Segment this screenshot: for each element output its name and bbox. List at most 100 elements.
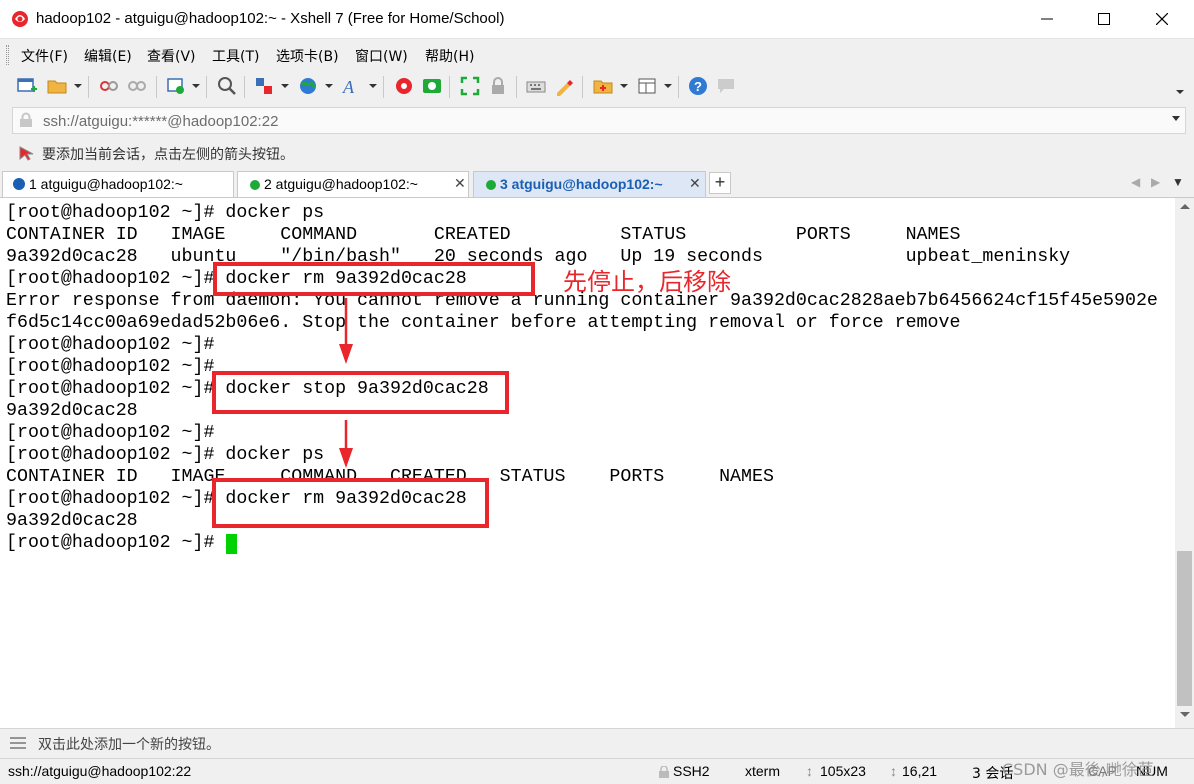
terminal-line: [root@hadoop102 ~]# bbox=[6, 357, 215, 377]
layout-dropdown-icon[interactable] bbox=[664, 84, 672, 88]
new-session-icon[interactable] bbox=[16, 75, 38, 97]
window-title: hadoop102 - atguigu@hadoop102:~ - Xshell… bbox=[36, 10, 505, 27]
menu-tabs[interactable]: 选项卡(B) bbox=[276, 46, 339, 66]
status-dot-icon bbox=[250, 180, 260, 190]
quick-command-bar[interactable]: 双击此处添加一个新的按钮。 bbox=[0, 728, 1194, 758]
status-dot-icon bbox=[486, 180, 496, 190]
menu-help[interactable]: 帮助(H) bbox=[425, 46, 474, 66]
close-button[interactable] bbox=[1139, 0, 1185, 38]
status-term: xterm bbox=[745, 763, 780, 779]
address-dropdown-icon[interactable] bbox=[1172, 116, 1180, 121]
tab-session-1[interactable]: 1 atguigu@hadoop102:~ bbox=[2, 171, 234, 197]
open-folder-icon[interactable] bbox=[46, 75, 68, 97]
tab-session-2[interactable]: 2 atguigu@hadoop102:~ ✕ bbox=[237, 171, 469, 197]
address-input[interactable]: ssh://atguigu:******@hadoop102:22 bbox=[12, 107, 1186, 134]
maximize-icon bbox=[1098, 13, 1110, 25]
xftp-icon[interactable] bbox=[393, 75, 415, 97]
disconnect-icon[interactable] bbox=[126, 75, 148, 97]
terminal-line: 9a392d0cac28 ubuntu "/bin/bash" 20 secon… bbox=[6, 247, 1071, 267]
menu-lines-icon[interactable] bbox=[10, 737, 26, 749]
search-icon[interactable] bbox=[216, 75, 238, 97]
tab-bar: 1 atguigu@hadoop102:~ 2 atguigu@hadoop10… bbox=[0, 170, 1194, 198]
tab-prev-icon[interactable]: ◀ bbox=[1131, 175, 1140, 189]
scroll-down-icon[interactable] bbox=[1180, 712, 1190, 717]
tab-close-icon[interactable]: ✕ bbox=[689, 175, 701, 192]
cursor-pos-icon: ↕ bbox=[890, 763, 897, 779]
info-icon bbox=[13, 178, 25, 190]
status-connection: ssh://atguigu@hadoop102:22 bbox=[8, 763, 192, 779]
keyboard-icon[interactable] bbox=[525, 75, 547, 97]
session-hint-bar: 要添加当前会话，点击左侧的箭头按钮。 bbox=[0, 136, 1194, 170]
minimize-button[interactable] bbox=[1024, 0, 1070, 38]
terminal-line: CONTAINER ID IMAGE COMMAND CREATED STATU… bbox=[6, 225, 961, 245]
status-protocol: SSH2 bbox=[673, 763, 710, 779]
menu-bar: 文件(F) 编辑(E) 查看(V) 工具(T) 选项卡(B) 窗口(W) 帮助(… bbox=[0, 38, 1194, 70]
menu-edit[interactable]: 编辑(E) bbox=[84, 46, 132, 66]
transfer-dropdown-icon[interactable] bbox=[281, 84, 289, 88]
font-icon[interactable]: A bbox=[341, 75, 363, 97]
layout-icon[interactable] bbox=[636, 75, 658, 97]
menu-view[interactable]: 查看(V) bbox=[147, 46, 196, 66]
close-icon bbox=[1156, 13, 1168, 25]
resize-icon: ↕ bbox=[806, 763, 813, 779]
quick-bar-hint: 双击此处添加一个新的按钮。 bbox=[38, 737, 220, 753]
tab-label: 1 atguigu@hadoop102:~ bbox=[29, 176, 183, 192]
address-bar: ssh://atguigu:******@hadoop102:22 bbox=[0, 104, 1194, 136]
menu-tools[interactable]: 工具(T) bbox=[212, 46, 259, 66]
terminal-line: 9a392d0cac28 bbox=[6, 401, 138, 421]
annotation-arrows bbox=[339, 298, 353, 468]
terminal-line: 9a392d0cac28 bbox=[6, 511, 138, 531]
add-session-arrow-icon[interactable] bbox=[18, 145, 36, 161]
terminal-line: [root@hadoop102 ~]# bbox=[6, 335, 215, 355]
add-session-folder-icon[interactable] bbox=[592, 75, 614, 97]
highlight-box-rm-first bbox=[213, 262, 535, 296]
svg-text:A: A bbox=[342, 77, 355, 97]
status-size: 105x23 bbox=[820, 763, 866, 779]
annotation-label: 先停止，后移除 bbox=[563, 268, 731, 296]
csdn-watermark: CSDN @最後,哋徐茝 bbox=[1002, 760, 1154, 779]
scroll-up-icon[interactable] bbox=[1180, 204, 1190, 209]
toolbar-overflow-icon[interactable] bbox=[1176, 90, 1184, 94]
tab-label: 3 atguigu@hadoop102:~ bbox=[500, 176, 663, 192]
xmanager-icon[interactable] bbox=[421, 75, 443, 97]
open-dropdown-icon[interactable] bbox=[74, 84, 82, 88]
address-text: ssh://atguigu:******@hadoop102:22 bbox=[43, 113, 279, 130]
tab-close-icon[interactable]: ✕ bbox=[454, 175, 466, 192]
terminal-line: [root@hadoop102 ~]# bbox=[6, 533, 226, 553]
scrollbar-thumb[interactable] bbox=[1177, 551, 1192, 706]
globe-dropdown-icon[interactable] bbox=[325, 84, 333, 88]
connect-icon[interactable] bbox=[98, 75, 120, 97]
xshell-app-icon bbox=[12, 11, 28, 27]
tab-next-icon[interactable]: ▶ bbox=[1151, 175, 1160, 189]
toolbar: A ? bbox=[0, 70, 1194, 104]
properties-dropdown-icon[interactable] bbox=[192, 84, 200, 88]
menu-window[interactable]: 窗口(W) bbox=[355, 46, 408, 66]
hint-text: 要添加当前会话，点击左侧的箭头按钮。 bbox=[42, 147, 294, 163]
chat-icon[interactable] bbox=[715, 75, 737, 97]
lock-icon[interactable] bbox=[487, 75, 509, 97]
fullscreen-icon[interactable] bbox=[459, 75, 481, 97]
globe-icon[interactable] bbox=[297, 75, 319, 97]
highlight-box-stop bbox=[212, 371, 509, 414]
menu-file[interactable]: 文件(F) bbox=[21, 46, 68, 66]
font-dropdown-icon[interactable] bbox=[369, 84, 377, 88]
transfer-icon[interactable] bbox=[253, 75, 275, 97]
minimize-icon bbox=[1041, 18, 1053, 20]
highlight-icon[interactable] bbox=[553, 75, 575, 97]
title-bar: hadoop102 - atguigu@hadoop102:~ - Xshell… bbox=[0, 0, 1194, 38]
tab-session-3[interactable]: 3 atguigu@hadoop102:~ ✕ bbox=[473, 171, 706, 197]
help-icon[interactable]: ? bbox=[687, 75, 709, 97]
highlight-box-rm-second bbox=[212, 478, 489, 528]
folder-dropdown-icon[interactable] bbox=[620, 84, 628, 88]
terminal-line: [root@hadoop102 ~]# docker ps bbox=[6, 445, 325, 465]
terminal-line: f6d5c14cc00a69edad52b06e6. Stop the cont… bbox=[6, 313, 961, 333]
tab-list-icon[interactable]: ▼ bbox=[1172, 175, 1184, 189]
terminal-scrollbar[interactable] bbox=[1175, 198, 1194, 728]
tab-label: 2 atguigu@hadoop102:~ bbox=[264, 176, 418, 192]
lock-icon bbox=[20, 112, 32, 127]
lock-icon bbox=[659, 766, 669, 778]
maximize-button[interactable] bbox=[1081, 0, 1127, 38]
terminal-line: [root@hadoop102 ~]# docker ps bbox=[6, 203, 325, 223]
new-tab-button[interactable]: + bbox=[709, 172, 731, 194]
properties-icon[interactable] bbox=[165, 75, 187, 97]
